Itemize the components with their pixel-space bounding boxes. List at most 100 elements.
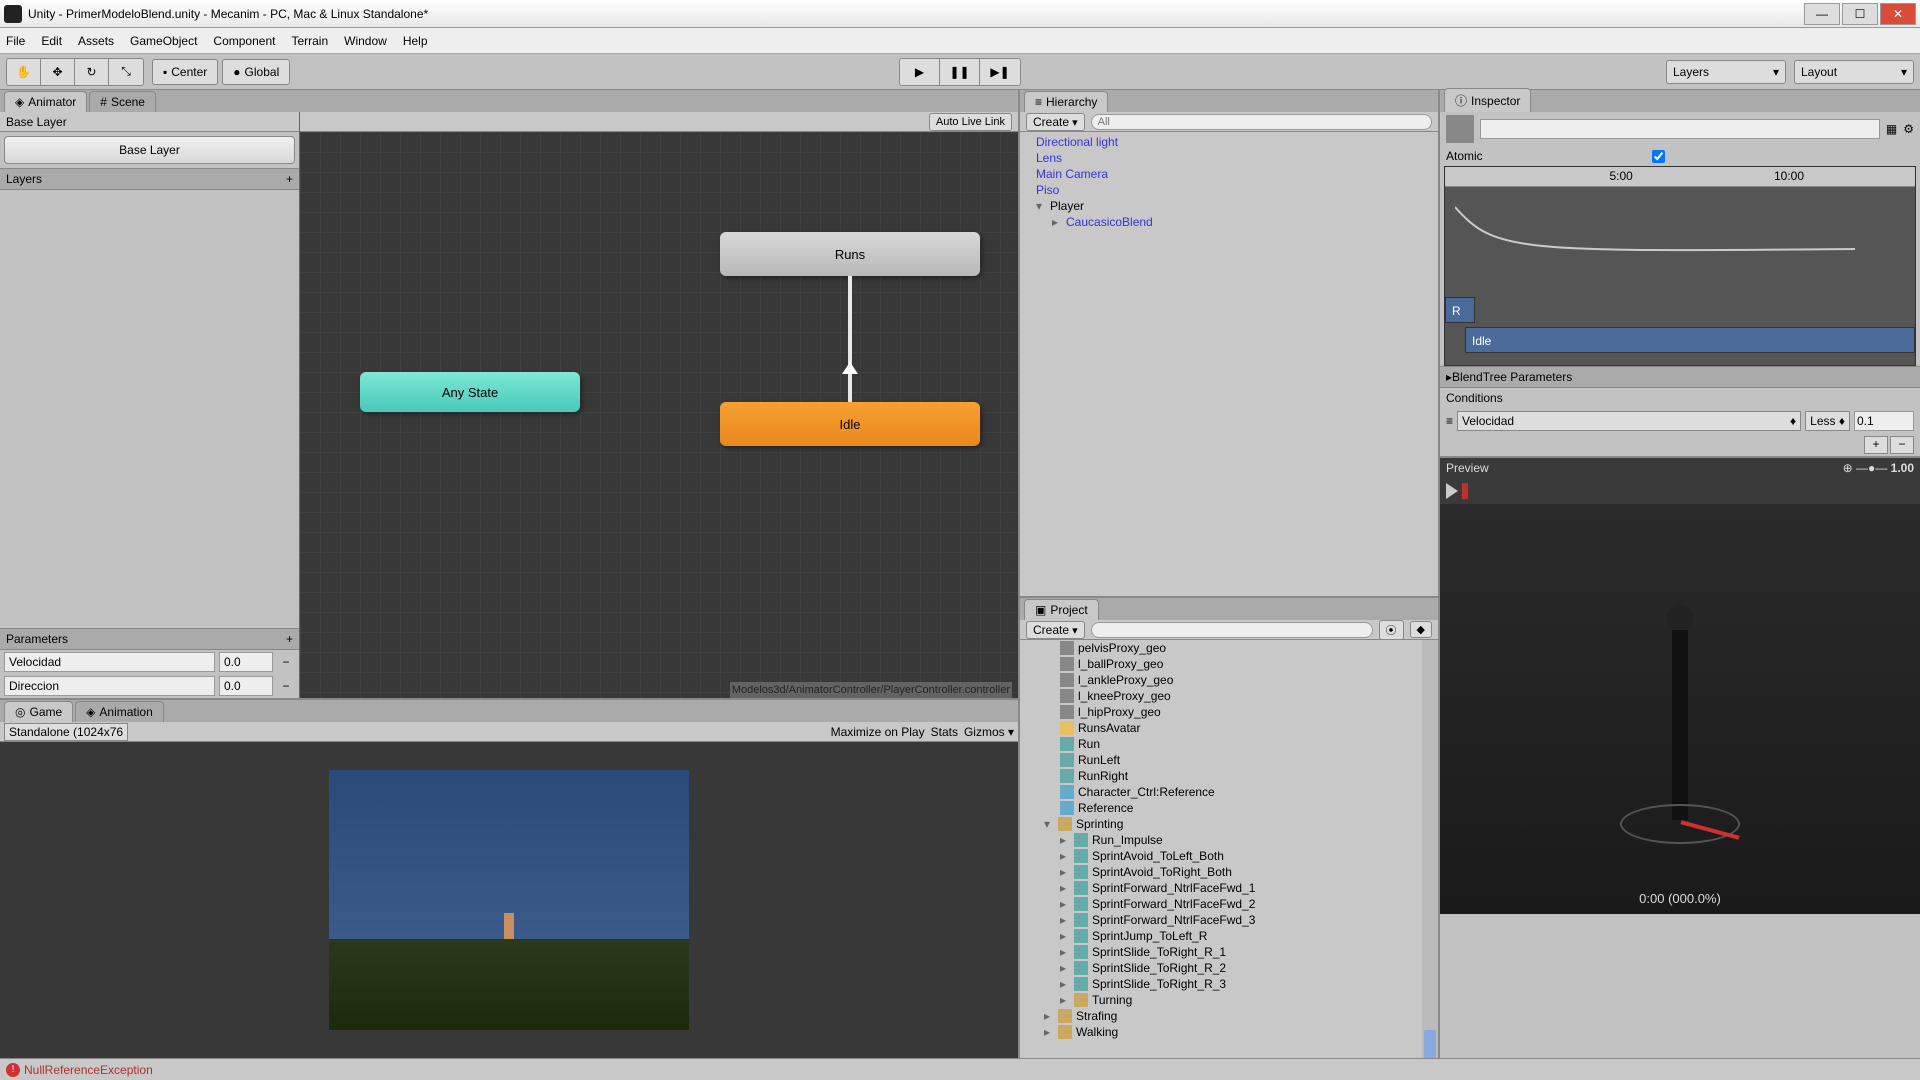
preview-viewport[interactable]: 0:00 (000.0%) [1440, 504, 1920, 914]
project-item[interactable]: RunRight [1020, 768, 1438, 784]
minimize-button[interactable]: — [1804, 3, 1840, 25]
project-item[interactable]: ▸SprintSlide_ToRight_R_1 [1020, 944, 1438, 960]
project-create-button[interactable]: Create ▾ [1026, 621, 1085, 639]
project-scrollbar[interactable] [1422, 640, 1438, 1058]
inspector-settings-icon[interactable]: ⚙ [1903, 122, 1914, 136]
project-item[interactable]: Character_Ctrl:Reference [1020, 784, 1438, 800]
play-button[interactable]: ▶ [900, 59, 940, 85]
add-layer-button[interactable]: + [286, 172, 293, 186]
preview-scrubber[interactable] [1462, 483, 1468, 499]
layers-dropdown[interactable]: Layers▾ [1666, 60, 1786, 84]
project-folder-sprinting[interactable]: ▾Sprinting [1020, 816, 1438, 832]
hierarchy-item[interactable]: Piso [1024, 182, 1434, 198]
project-item[interactable]: ▸SprintForward_NtrlFaceFwd_2 [1020, 896, 1438, 912]
project-item[interactable]: ▸Turning [1020, 992, 1438, 1008]
condition-value-field[interactable] [1854, 411, 1914, 431]
hierarchy-create-button[interactable]: Create ▾ [1026, 113, 1085, 131]
status-bar[interactable]: ! NullReferenceException [0, 1058, 1920, 1080]
blendtree-params-section[interactable]: ▸ BlendTree Parameters [1440, 366, 1920, 388]
maximize-button[interactable]: ☐ [1842, 3, 1878, 25]
pivot-mode-button[interactable]: ▪ Center [152, 59, 218, 85]
preview-play-button[interactable] [1446, 483, 1458, 499]
tab-scene[interactable]: # Scene [89, 91, 156, 112]
preview-speed-slider[interactable]: —●— [1856, 461, 1887, 475]
track-destination[interactable]: Idle [1465, 327, 1915, 353]
state-any[interactable]: Any State [360, 372, 580, 412]
inspector-help-icon[interactable]: ▦ [1886, 122, 1897, 136]
maximize-on-play-toggle[interactable]: Maximize on Play [831, 725, 925, 739]
project-item[interactable]: ▸SprintForward_NtrlFaceFwd_1 [1020, 880, 1438, 896]
menu-component[interactable]: Component [213, 34, 275, 48]
menu-terrain[interactable]: Terrain [291, 34, 328, 48]
menu-window[interactable]: Window [344, 34, 387, 48]
menu-help[interactable]: Help [403, 34, 428, 48]
project-item[interactable]: ▸SprintJump_ToLeft_R [1020, 928, 1438, 944]
add-parameter-button[interactable]: + [286, 632, 293, 646]
tab-animator[interactable]: ◈ Animator [4, 91, 87, 112]
hierarchy-item[interactable]: Lens [1024, 150, 1434, 166]
remove-condition-button[interactable]: − [1890, 436, 1914, 454]
menu-edit[interactable]: Edit [41, 34, 62, 48]
inspector-name-field[interactable] [1480, 119, 1880, 139]
coordinate-space-button[interactable]: ● Global [222, 59, 290, 85]
drag-handle-icon[interactable]: ≡ [1446, 414, 1453, 428]
project-search[interactable] [1091, 622, 1373, 638]
project-item[interactable]: pelvisProxy_geo [1020, 640, 1438, 656]
tab-animation[interactable]: ◈ Animation [75, 701, 164, 722]
close-button[interactable]: ✕ [1880, 3, 1916, 25]
add-condition-button[interactable]: + [1864, 436, 1888, 454]
transition-arrow[interactable] [848, 276, 852, 402]
project-item[interactable]: ▸SprintAvoid_ToRight_Both [1020, 864, 1438, 880]
step-button[interactable]: ▶❚ [980, 59, 1020, 85]
project-item[interactable]: ▸SprintSlide_ToRight_R_2 [1020, 960, 1438, 976]
project-item[interactable]: Reference [1020, 800, 1438, 816]
project-item[interactable]: Run [1020, 736, 1438, 752]
tab-inspector[interactable]: ⓘ Inspector [1444, 88, 1531, 112]
project-item[interactable]: ▸SprintAvoid_ToLeft_Both [1020, 848, 1438, 864]
project-item-avatar[interactable]: RunsAvatar [1020, 720, 1438, 736]
auto-live-link-button[interactable]: Auto Live Link [929, 113, 1012, 131]
move-tool-button[interactable]: ✥ [41, 59, 75, 85]
hierarchy-item-player[interactable]: ▾Player [1024, 198, 1434, 214]
project-item[interactable]: ▸SprintForward_NtrlFaceFwd_3 [1020, 912, 1438, 928]
pause-button[interactable]: ❚❚ [940, 59, 980, 85]
atomic-checkbox[interactable] [1652, 150, 1665, 163]
transition-timeline[interactable]: 5:00 10:00 R Idle [1444, 166, 1916, 366]
state-runs[interactable]: Runs [720, 232, 980, 276]
remove-param-button[interactable]: − [277, 679, 295, 693]
tab-hierarchy[interactable]: ≡ Hierarchy [1024, 91, 1108, 112]
tab-game[interactable]: ◎ Game [4, 701, 73, 722]
hierarchy-search[interactable] [1091, 114, 1432, 130]
project-item[interactable]: l_hipProxy_geo [1020, 704, 1438, 720]
search-filter-icon[interactable]: ⦿ [1379, 620, 1404, 640]
param-value-direccion[interactable] [219, 676, 273, 696]
project-item[interactable]: ▸Run_Impulse [1020, 832, 1438, 848]
hierarchy-item-child[interactable]: ▸CaucasicoBlend [1024, 214, 1434, 230]
hierarchy-item[interactable]: Main Camera [1024, 166, 1434, 182]
param-name-direccion[interactable] [4, 676, 215, 696]
search-label-icon[interactable]: ◆ [1410, 621, 1432, 638]
project-item[interactable]: ▸SprintSlide_ToRight_R_3 [1020, 976, 1438, 992]
remove-param-button[interactable]: − [277, 655, 295, 669]
param-name-velocidad[interactable] [4, 652, 215, 672]
hierarchy-item[interactable]: Directional light [1024, 134, 1434, 150]
state-idle[interactable]: Idle [720, 402, 980, 446]
param-value-velocidad[interactable] [219, 652, 273, 672]
project-folder[interactable]: ▸Strafing [1020, 1008, 1438, 1024]
condition-mode-dropdown[interactable]: Less ♦ [1805, 411, 1850, 431]
menu-assets[interactable]: Assets [78, 34, 114, 48]
project-item[interactable]: RunLeft [1020, 752, 1438, 768]
project-folder[interactable]: ▸Walking [1020, 1024, 1438, 1040]
track-source[interactable]: R [1445, 297, 1475, 323]
menu-gameobject[interactable]: GameObject [130, 34, 197, 48]
layout-dropdown[interactable]: Layout▾ [1794, 60, 1914, 84]
rotate-tool-button[interactable]: ↻ [75, 59, 109, 85]
aspect-dropdown[interactable]: Standalone (1024x76 [4, 723, 128, 741]
scale-tool-button[interactable]: ⤡ [109, 59, 143, 85]
stats-toggle[interactable]: Stats [931, 725, 958, 739]
condition-param-dropdown[interactable]: Velocidad♦ [1457, 411, 1801, 431]
hand-tool-button[interactable]: ✋ [7, 59, 41, 85]
menu-file[interactable]: File [6, 34, 25, 48]
gizmos-dropdown[interactable]: Gizmos ▾ [964, 725, 1014, 739]
base-layer-button[interactable]: Base Layer [4, 136, 295, 164]
